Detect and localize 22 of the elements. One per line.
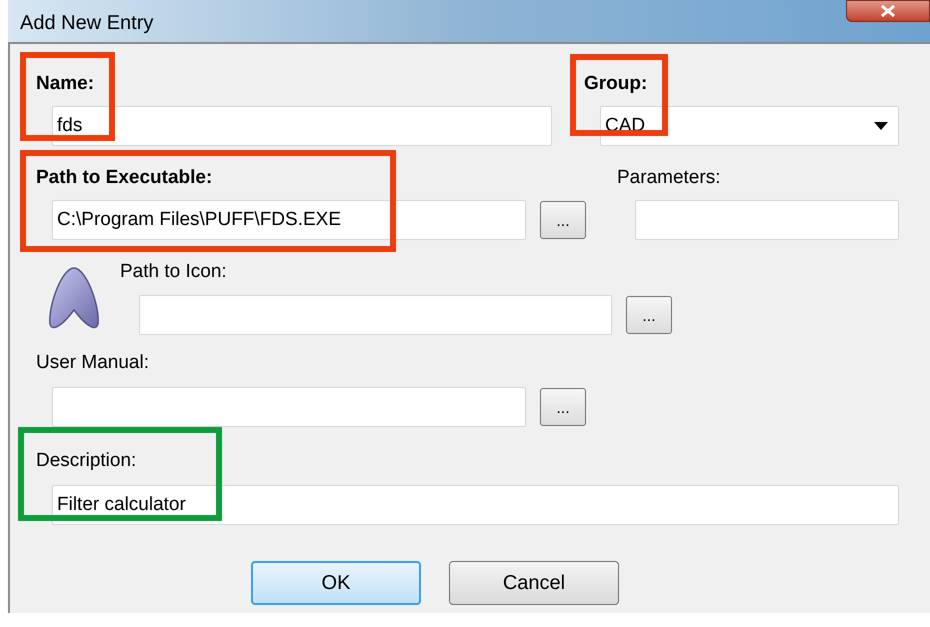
dialog-button[interactable]: Cancel: [449, 561, 619, 605]
browse-button[interactable]: ...: [540, 201, 586, 239]
text-field[interactable]: Filter calculator: [52, 485, 899, 525]
field-label: Path to Icon:: [120, 260, 228, 284]
close-button[interactable]: [846, 0, 930, 22]
text-field[interactable]: fds: [52, 106, 552, 146]
dropdown-arrow-icon: [874, 122, 888, 130]
field-label: Path to Executable:: [35, 166, 214, 190]
window-title: Add New Entry: [20, 11, 154, 36]
text-field[interactable]: [635, 200, 899, 240]
field-label: Parameters:: [617, 166, 722, 190]
field-label: Group:: [583, 72, 648, 96]
text-field[interactable]: C:\Program Files\PUFF\FDS.EXE: [52, 200, 526, 240]
browse-button[interactable]: ...: [626, 296, 672, 334]
field-label: Description:: [35, 449, 138, 473]
field-label: Name:: [35, 72, 96, 96]
text-field[interactable]: [52, 387, 526, 427]
text-field[interactable]: [139, 295, 612, 335]
close-icon: [880, 5, 896, 17]
field-label: User Manual:: [35, 351, 150, 375]
browse-button[interactable]: ...: [540, 388, 586, 426]
dialog-button[interactable]: OK: [251, 561, 421, 605]
